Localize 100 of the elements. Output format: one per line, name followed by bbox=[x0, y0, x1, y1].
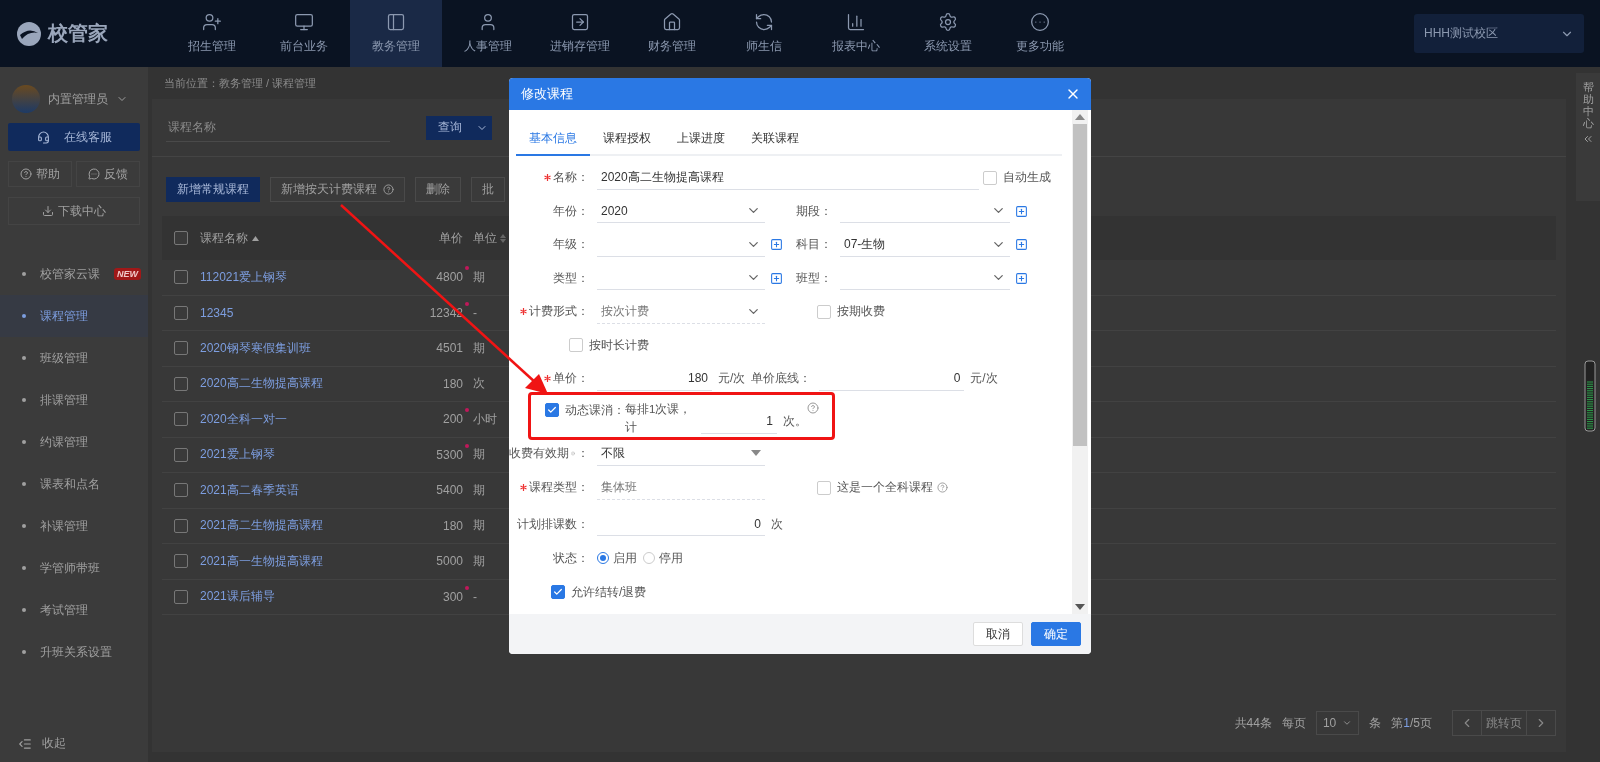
checkbox[interactable] bbox=[174, 483, 188, 498]
checkbox[interactable] bbox=[983, 170, 997, 185]
validity-select[interactable]: 不限 bbox=[597, 441, 765, 466]
tab[interactable]: 上课进度 bbox=[664, 124, 738, 156]
price-floor-field[interactable]: 0 bbox=[819, 366, 965, 391]
nav-item[interactable]: 前台业务 bbox=[258, 0, 350, 67]
nav-item[interactable]: 招生管理 bbox=[166, 0, 258, 67]
confirm-button[interactable]: 确定 bbox=[1031, 622, 1081, 646]
action-button[interactable]: 批 bbox=[471, 177, 505, 202]
option-label[interactable]: 允许结转/退费 bbox=[571, 583, 647, 601]
course-link[interactable]: 2020高二生物提高课程 bbox=[200, 375, 406, 393]
checkbox[interactable] bbox=[174, 447, 188, 462]
scroll-up-icon[interactable] bbox=[1075, 114, 1085, 120]
option-label[interactable]: 这是一个全科课程 bbox=[837, 479, 933, 496]
nav-item[interactable]: 系统设置 bbox=[902, 0, 994, 67]
course-link[interactable]: 2021高二生物提高课程 bbox=[200, 517, 406, 535]
checkbox[interactable] bbox=[174, 376, 188, 391]
add-icon[interactable] bbox=[1015, 271, 1028, 285]
checkbox[interactable] bbox=[174, 341, 188, 356]
help-center-tab[interactable]: 帮助中心 bbox=[1576, 73, 1600, 201]
action-button[interactable]: 删除 bbox=[415, 177, 461, 202]
tab[interactable]: 基本信息 bbox=[516, 124, 590, 156]
user-name[interactable]: 内置管理员 bbox=[48, 90, 108, 108]
tab[interactable]: 关联课程 bbox=[738, 124, 812, 156]
scroll-down-icon[interactable] bbox=[1075, 604, 1085, 610]
add-icon[interactable] bbox=[1015, 238, 1028, 252]
scrollbar[interactable] bbox=[1072, 110, 1088, 614]
course-link[interactable]: 2021课后辅导 bbox=[200, 588, 406, 606]
nav-item[interactable]: 教务管理 bbox=[350, 0, 442, 67]
option-label[interactable]: 停用 bbox=[659, 549, 683, 567]
checkbox[interactable] bbox=[569, 338, 583, 353]
collapse-label[interactable]: 收起 bbox=[42, 735, 66, 752]
help-icon[interactable] bbox=[807, 401, 819, 414]
course-link[interactable]: 2021高一生物提高课程 bbox=[200, 552, 406, 570]
action-button[interactable]: 新增常规课程 bbox=[166, 177, 260, 202]
download-button[interactable]: 下载中心 bbox=[8, 197, 140, 225]
course-link[interactable]: 12345 bbox=[200, 305, 406, 320]
checkbox[interactable] bbox=[817, 304, 831, 319]
menu-item[interactable]: 补课管理 bbox=[0, 505, 148, 547]
course-link[interactable]: 2021爱上钢琴 bbox=[200, 446, 406, 464]
per-page-select[interactable]: 10 bbox=[1315, 711, 1360, 735]
checkbox[interactable] bbox=[174, 231, 188, 245]
option-label[interactable]: 按期收费 bbox=[837, 303, 885, 321]
query-button[interactable]: 查询 bbox=[426, 115, 492, 140]
menu-item[interactable]: 考试管理 bbox=[0, 589, 148, 631]
menu-item[interactable]: 学管师带班 bbox=[0, 547, 148, 589]
page-jump-field[interactable]: 跳转页 bbox=[1482, 710, 1526, 736]
course-link[interactable]: 2020全科一对一 bbox=[200, 410, 406, 428]
nav-item[interactable]: 进销存管理 bbox=[534, 0, 626, 67]
name-field[interactable]: 2020高二生物提高课程 bbox=[597, 165, 979, 190]
add-icon[interactable] bbox=[770, 238, 783, 252]
option-label[interactable]: 动态课消： bbox=[565, 401, 625, 419]
add-icon[interactable] bbox=[770, 271, 783, 285]
price-field[interactable]: 180 bbox=[597, 366, 712, 391]
count-field[interactable]: 1 bbox=[701, 409, 777, 434]
checkbox[interactable] bbox=[174, 554, 188, 569]
course-link[interactable]: 112021爱上钢琴 bbox=[200, 268, 406, 286]
column-header[interactable]: 课程名称 bbox=[200, 229, 248, 247]
checkbox[interactable] bbox=[174, 305, 188, 320]
nav-item[interactable]: 财务管理 bbox=[626, 0, 718, 67]
search-field[interactable]: 课程名称 bbox=[166, 113, 390, 142]
option-label[interactable]: 启用 bbox=[613, 549, 637, 567]
menu-item[interactable]: 校管家云课 NEW bbox=[0, 253, 148, 295]
select-field[interactable]: 07-生物 bbox=[840, 232, 1010, 257]
checkbox[interactable] bbox=[174, 589, 188, 604]
service-button[interactable]: 在线客服 bbox=[8, 123, 140, 151]
checkbox[interactable] bbox=[817, 480, 831, 495]
cancel-button[interactable]: 取消 bbox=[973, 622, 1023, 646]
nav-item[interactable]: 人事管理 bbox=[442, 0, 534, 67]
menu-item[interactable]: 升班关系设置 bbox=[0, 631, 148, 673]
help-icon[interactable] bbox=[937, 482, 948, 493]
nav-item[interactable]: 报表中心 bbox=[810, 0, 902, 67]
sort-icon[interactable] bbox=[500, 233, 506, 243]
course-link[interactable]: 2021高二春季英语 bbox=[200, 481, 406, 499]
course-link[interactable]: 2020钢琴寒假集训班 bbox=[200, 339, 406, 357]
sort-icon[interactable] bbox=[252, 235, 259, 241]
action-button[interactable]: 新增按天计费课程 bbox=[270, 177, 405, 202]
checkbox[interactable] bbox=[551, 585, 565, 599]
menu-item[interactable]: 班级管理 bbox=[0, 337, 148, 379]
campus-select[interactable]: HHH测试校区 bbox=[1414, 14, 1584, 53]
feedback-button[interactable]: 反馈 bbox=[76, 161, 140, 187]
checkbox[interactable] bbox=[174, 270, 188, 285]
menu-item[interactable]: 排课管理 bbox=[0, 379, 148, 421]
option-label[interactable]: 自动生成 bbox=[1003, 169, 1051, 187]
nav-item[interactable]: 更多功能 bbox=[994, 0, 1086, 67]
column-header[interactable]: 单位 bbox=[473, 229, 497, 247]
checkbox[interactable] bbox=[174, 518, 188, 533]
checkbox[interactable] bbox=[174, 412, 188, 427]
menu-item[interactable]: 课程管理 bbox=[0, 295, 148, 337]
add-icon[interactable] bbox=[1015, 204, 1028, 218]
select-field[interactable]: 2020 bbox=[597, 199, 765, 224]
menu-item[interactable]: 课表和点名 bbox=[0, 463, 148, 505]
menu-item[interactable]: 约课管理 bbox=[0, 421, 148, 463]
tab[interactable]: 课程授权 bbox=[590, 124, 664, 156]
planned-count-field[interactable]: 0 bbox=[597, 512, 765, 536]
collapse-icon[interactable] bbox=[18, 736, 32, 751]
checkbox[interactable] bbox=[545, 403, 559, 417]
nav-item[interactable]: 师生信 bbox=[718, 0, 810, 67]
help-button[interactable]: 帮助 bbox=[8, 161, 72, 187]
option-label[interactable]: 按时长计费 bbox=[589, 336, 649, 354]
